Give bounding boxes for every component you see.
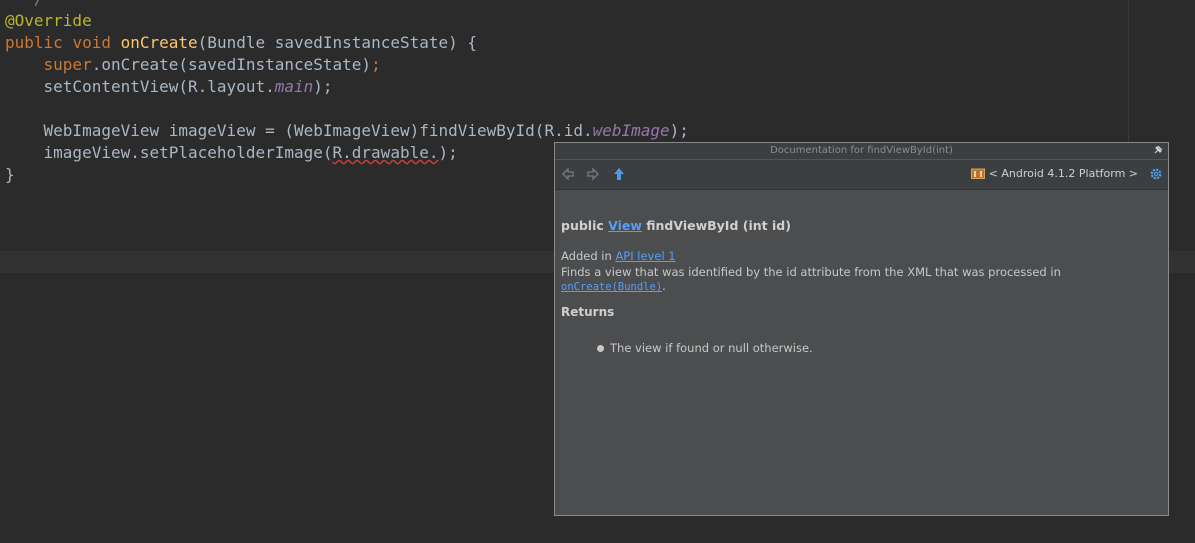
platform-label: < Android 4.1.2 Platform > xyxy=(988,167,1138,180)
code-line-set-placeholder[interactable]: imageView.setPlaceholderImage(R.drawable… xyxy=(5,142,458,164)
api-level-link[interactable]: API level 1 xyxy=(615,249,675,263)
up-arrow-icon[interactable] xyxy=(612,167,626,181)
popup-title: Documentation for findViewById(int) xyxy=(770,145,953,156)
method-description: Finds a view that was identified by the … xyxy=(561,265,1061,293)
return-list-item: The view if found or null otherwise. xyxy=(597,341,1162,355)
code-line-comment[interactable]: */ xyxy=(5,0,43,10)
documentation-popup[interactable]: Documentation for findViewById(int) < An… xyxy=(554,142,1169,516)
code-line-find-view[interactable]: WebImageView imageView = (WebImageView)f… xyxy=(5,120,689,142)
code-line-set-content-view[interactable]: setContentView(R.layout.main); xyxy=(5,76,333,98)
back-arrow-icon[interactable] xyxy=(561,167,575,181)
gear-icon[interactable] xyxy=(1149,167,1163,181)
code-line-super-call[interactable]: super.onCreate(savedInstanceState); xyxy=(5,54,381,76)
code-line-method-signature[interactable]: public void onCreate(Bundle savedInstanc… xyxy=(5,32,477,54)
returns-heading: Returns xyxy=(561,305,615,319)
popup-title-bar[interactable]: Documentation for findViewById(int) xyxy=(555,143,1168,160)
platform-selector[interactable]: < Android 4.1.2 Platform > xyxy=(970,167,1138,181)
pin-icon[interactable] xyxy=(1152,144,1164,156)
code-line-close-brace[interactable]: } xyxy=(5,164,15,186)
view-type-link[interactable]: View xyxy=(608,218,642,233)
popup-toolbar: < Android 4.1.2 Platform > xyxy=(555,160,1168,190)
documentation-content: public View findViewById (int id) Added … xyxy=(555,190,1168,355)
code-line-annotation[interactable]: @Override xyxy=(5,10,92,32)
oncreate-link[interactable]: onCreate(Bundle) xyxy=(561,281,662,293)
forward-arrow-icon[interactable] xyxy=(586,167,600,181)
method-signature: public View findViewById (int id) xyxy=(561,218,791,233)
api-level-line: Added in API level 1 xyxy=(561,249,676,263)
error-underline: R.drawable. xyxy=(332,143,439,162)
bullet-icon xyxy=(597,345,604,352)
library-icon xyxy=(970,168,985,179)
